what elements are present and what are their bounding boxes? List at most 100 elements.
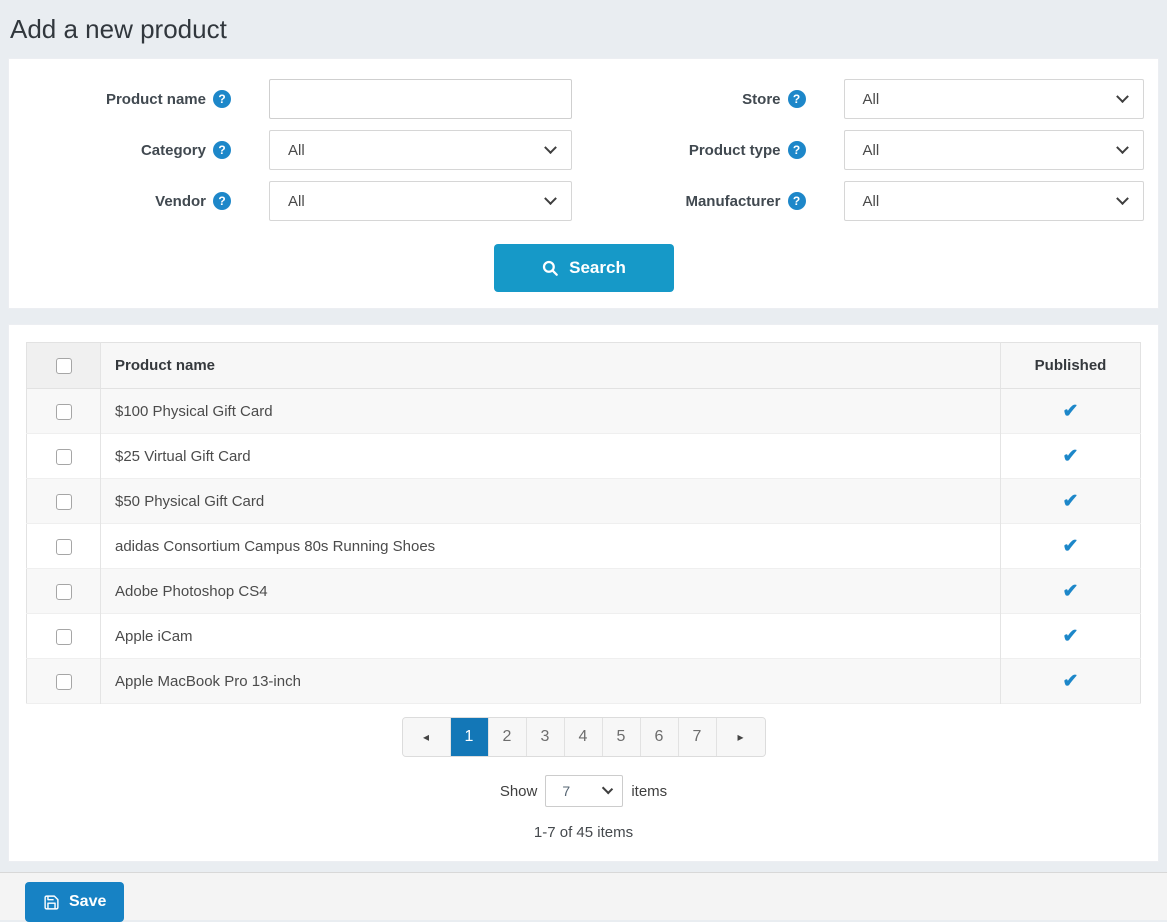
search-form: Product name ? Category ? All bbox=[9, 79, 1158, 221]
help-icon[interactable]: ? bbox=[788, 141, 806, 159]
row-checkbox-cell bbox=[27, 569, 101, 614]
page-size-select[interactable]: 7 bbox=[545, 775, 623, 807]
product-name-cell: adidas Consortium Campus 80s Running Sho… bbox=[101, 524, 1001, 569]
product-name-column-header: Product name bbox=[101, 343, 1001, 389]
help-icon[interactable]: ? bbox=[213, 192, 231, 210]
product-type-select-value: All bbox=[863, 142, 880, 159]
vendor-label: Vendor bbox=[155, 193, 206, 210]
help-icon[interactable]: ? bbox=[788, 192, 806, 210]
save-button-label: Save bbox=[69, 893, 106, 911]
chevron-down-icon bbox=[1116, 90, 1129, 103]
search-icon bbox=[541, 259, 559, 277]
published-cell: ✔ bbox=[1001, 524, 1141, 569]
store-control: All bbox=[844, 79, 1144, 119]
published-cell: ✔ bbox=[1001, 479, 1141, 524]
product-name-cell: $25 Virtual Gift Card bbox=[101, 434, 1001, 479]
product-type-control: All bbox=[844, 130, 1144, 170]
vendor-select-value: All bbox=[288, 193, 305, 210]
help-icon[interactable]: ? bbox=[213, 141, 231, 159]
page-button-7[interactable]: 7 bbox=[679, 718, 717, 756]
published-check-icon: ✔ bbox=[1063, 491, 1079, 512]
vendor-select[interactable]: All bbox=[269, 181, 572, 221]
page-size-select-value: 7 bbox=[562, 783, 570, 799]
footer-bar: Save bbox=[0, 872, 1167, 920]
chevron-down-icon bbox=[1116, 192, 1129, 205]
row-checkbox-cell bbox=[27, 614, 101, 659]
row-checkbox-cell bbox=[27, 479, 101, 524]
page-button-1[interactable]: 1 bbox=[451, 718, 489, 756]
published-column-header: Published bbox=[1001, 343, 1141, 389]
items-label: items bbox=[631, 783, 667, 800]
product-name-cell: Apple iCam bbox=[101, 614, 1001, 659]
row-checkbox[interactable] bbox=[56, 584, 72, 600]
row-checkbox[interactable] bbox=[56, 539, 72, 555]
results-summary: 1-7 of 45 items bbox=[26, 824, 1141, 841]
row-checkbox[interactable] bbox=[56, 494, 72, 510]
category-label-cell: Category ? bbox=[9, 141, 231, 159]
vendor-field-row: Vendor ? All bbox=[9, 181, 584, 221]
table-row: Apple MacBook Pro 13-inch ✔ bbox=[27, 659, 1141, 704]
select-all-header-cell bbox=[27, 343, 101, 389]
row-checkbox[interactable] bbox=[56, 674, 72, 690]
published-check-icon: ✔ bbox=[1063, 581, 1079, 602]
manufacturer-select-value: All bbox=[863, 193, 880, 210]
category-field-row: Category ? All bbox=[9, 130, 584, 170]
table-row: $25 Virtual Gift Card ✔ bbox=[27, 434, 1141, 479]
store-select[interactable]: All bbox=[844, 79, 1144, 119]
category-label: Category bbox=[141, 142, 206, 159]
page-button-3[interactable]: 3 bbox=[527, 718, 565, 756]
previous-page-button[interactable]: ◂ bbox=[403, 718, 451, 756]
page-button-2[interactable]: 2 bbox=[489, 718, 527, 756]
search-form-right-column: Store ? All Product type ? All bbox=[584, 79, 1159, 221]
manufacturer-label: Manufacturer bbox=[685, 193, 780, 210]
product-type-field-row: Product type ? All bbox=[584, 130, 1159, 170]
vendor-label-cell: Vendor ? bbox=[9, 192, 231, 210]
search-button-label: Search bbox=[569, 258, 626, 278]
product-name-cell: Apple MacBook Pro 13-inch bbox=[101, 659, 1001, 704]
help-icon[interactable]: ? bbox=[788, 90, 806, 108]
row-checkbox[interactable] bbox=[56, 449, 72, 465]
vendor-control: All bbox=[269, 181, 572, 221]
help-icon[interactable]: ? bbox=[213, 90, 231, 108]
row-checkbox[interactable] bbox=[56, 404, 72, 420]
next-page-button[interactable]: ▸ bbox=[717, 718, 765, 756]
published-cell: ✔ bbox=[1001, 659, 1141, 704]
table-row: adidas Consortium Campus 80s Running Sho… bbox=[27, 524, 1141, 569]
product-name-field-row: Product name ? bbox=[9, 79, 584, 119]
category-select-value: All bbox=[288, 142, 305, 159]
page-button-4[interactable]: 4 bbox=[565, 718, 603, 756]
published-check-icon: ✔ bbox=[1063, 446, 1079, 467]
published-check-icon: ✔ bbox=[1063, 626, 1079, 647]
product-name-label: Product name bbox=[106, 91, 206, 108]
pagination: ◂ 1 2 3 4 5 6 7 ▸ bbox=[402, 717, 766, 757]
product-name-label-cell: Product name ? bbox=[9, 90, 231, 108]
store-label-cell: Store ? bbox=[584, 90, 806, 108]
table-row: $50 Physical Gift Card ✔ bbox=[27, 479, 1141, 524]
row-checkbox[interactable] bbox=[56, 629, 72, 645]
category-select[interactable]: All bbox=[269, 130, 572, 170]
category-control: All bbox=[269, 130, 572, 170]
manufacturer-field-row: Manufacturer ? All bbox=[584, 181, 1159, 221]
manufacturer-control: All bbox=[844, 181, 1144, 221]
store-select-value: All bbox=[863, 91, 880, 108]
published-check-icon: ✔ bbox=[1063, 401, 1079, 422]
search-button[interactable]: Search bbox=[494, 244, 674, 292]
table-header-row: Product name Published bbox=[27, 343, 1141, 389]
published-cell: ✔ bbox=[1001, 569, 1141, 614]
manufacturer-select[interactable]: All bbox=[844, 181, 1144, 221]
search-form-left-column: Product name ? Category ? All bbox=[9, 79, 584, 221]
save-button[interactable]: Save bbox=[25, 882, 124, 922]
page-button-6[interactable]: 6 bbox=[641, 718, 679, 756]
chevron-down-icon bbox=[602, 783, 613, 794]
save-icon bbox=[43, 894, 60, 911]
table-row: Apple iCam ✔ bbox=[27, 614, 1141, 659]
select-all-checkbox[interactable] bbox=[56, 358, 72, 374]
product-type-select[interactable]: All bbox=[844, 130, 1144, 170]
page-button-5[interactable]: 5 bbox=[603, 718, 641, 756]
product-name-input[interactable] bbox=[269, 79, 572, 119]
product-name-cell: $100 Physical Gift Card bbox=[101, 389, 1001, 434]
chevron-down-icon bbox=[544, 141, 557, 154]
show-label: Show bbox=[500, 783, 538, 800]
row-checkbox-cell bbox=[27, 659, 101, 704]
pagination-wrap: ◂ 1 2 3 4 5 6 7 ▸ bbox=[26, 717, 1141, 757]
